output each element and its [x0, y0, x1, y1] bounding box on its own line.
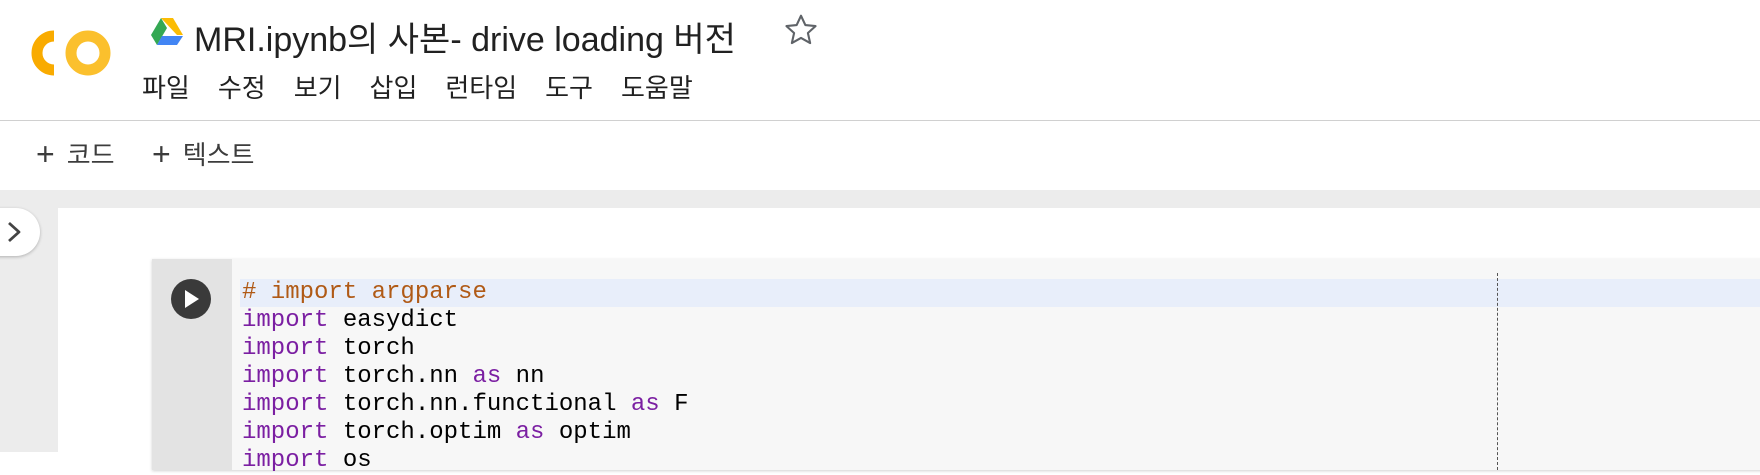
keyword-token: as — [472, 363, 502, 390]
code-line[interactable]: import easydict — [240, 307, 1760, 335]
code-token: F — [659, 391, 689, 418]
keyword-token: import — [242, 419, 329, 446]
notebook-page: # import argparse import easydict import t… — [58, 208, 1760, 474]
add-text-button[interactable]: + 텍스트 — [152, 135, 254, 172]
notebook-title[interactable]: MRI.ipynb의 사본- drive loading 버전 — [194, 12, 736, 61]
menu-insert[interactable]: 삽입 — [370, 70, 446, 106]
notebook-workspace: # import argparse import easydict import t… — [0, 190, 1760, 474]
code-token: torch — [328, 335, 415, 362]
play-icon — [185, 290, 199, 308]
keyword-token: import — [242, 335, 329, 362]
menu-bar: 파일 수정 보기 삽입 런타임 도구 도움말 — [142, 70, 721, 106]
code-token: easydict — [328, 307, 459, 334]
code-token: torch.nn.functional — [328, 391, 631, 418]
code-token: torch.optim — [328, 419, 516, 446]
code-token: optim — [544, 419, 631, 446]
menu-view[interactable]: 보기 — [294, 70, 370, 106]
menu-tools[interactable]: 도구 — [545, 70, 621, 106]
code-line[interactable]: import torch.nn as nn — [240, 363, 1760, 391]
add-text-label: 텍스트 — [182, 140, 255, 170]
keyword-token: as — [515, 419, 545, 446]
keyword-token: import — [242, 447, 329, 474]
keyword-token: import — [242, 363, 329, 390]
star-outline-icon[interactable] — [783, 12, 819, 48]
toolbar: + 코드 + 텍스트 — [0, 121, 1760, 190]
menu-help[interactable]: 도움말 — [621, 70, 721, 106]
keyword-token: import — [242, 391, 329, 418]
code-token: nn — [501, 363, 545, 390]
add-code-button[interactable]: + 코드 — [36, 135, 115, 172]
menu-runtime[interactable]: 런타임 — [445, 70, 545, 106]
code-line[interactable]: import torch — [240, 335, 1760, 363]
line-length-ruler — [1497, 273, 1498, 470]
code-line[interactable]: import os — [240, 447, 1760, 475]
code-line[interactable]: import torch.nn.functional as F — [240, 391, 1760, 419]
colab-logo-icon[interactable] — [28, 28, 114, 78]
code-token: os — [328, 447, 372, 474]
plus-icon: + — [152, 135, 171, 172]
cell-gutter — [152, 259, 232, 470]
keyword-token: import — [242, 307, 329, 334]
code-token: torch.nn — [328, 363, 473, 390]
google-drive-icon[interactable] — [151, 18, 183, 46]
menu-edit[interactable]: 수정 — [218, 70, 294, 106]
add-code-label: 코드 — [66, 140, 115, 170]
menu-file[interactable]: 파일 — [142, 70, 218, 106]
code-line[interactable]: import torch.optim as optim — [240, 419, 1760, 447]
code-line[interactable]: # import argparse — [240, 279, 1760, 307]
keyword-token: as — [630, 391, 660, 418]
code-cell[interactable]: # import argparse import easydict import t… — [152, 259, 1760, 474]
app-header: MRI.ipynb의 사본- drive loading 버전 파일 수정 보기… — [0, 0, 1760, 121]
chevron-right-icon — [8, 221, 21, 243]
plus-icon: + — [36, 135, 55, 172]
comment-token: # import argparse — [242, 279, 487, 306]
code-editor[interactable]: # import argparse import easydict import t… — [240, 279, 1760, 475]
sidebar-toggle-button[interactable] — [0, 208, 40, 256]
run-cell-button[interactable] — [171, 279, 211, 319]
